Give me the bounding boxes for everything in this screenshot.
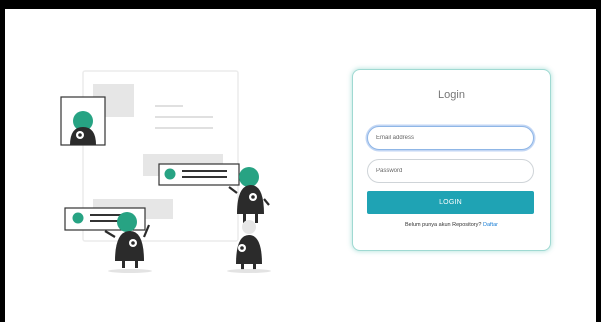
character-head <box>239 167 259 187</box>
email-field[interactable] <box>367 126 534 150</box>
document-line <box>155 105 183 107</box>
login-title: Login <box>438 89 465 101</box>
login-card: Login LOGIN Belum punya akun Repository?… <box>352 69 551 251</box>
collaboration-illustration <box>60 70 271 273</box>
character-head <box>117 212 137 232</box>
login-button[interactable]: LOGIN <box>367 191 534 214</box>
character-head <box>242 220 256 234</box>
register-prompt: Belum punya akun Repository? <box>405 222 482 228</box>
register-link[interactable]: Daftar <box>483 222 498 228</box>
document-line <box>155 127 213 129</box>
password-field[interactable] <box>367 159 534 183</box>
register-prompt-line: Belum punya akun Repository? Daftar <box>353 222 550 228</box>
document-line <box>155 116 213 118</box>
page-frame: Login LOGIN Belum punya akun Repository?… <box>5 9 596 322</box>
